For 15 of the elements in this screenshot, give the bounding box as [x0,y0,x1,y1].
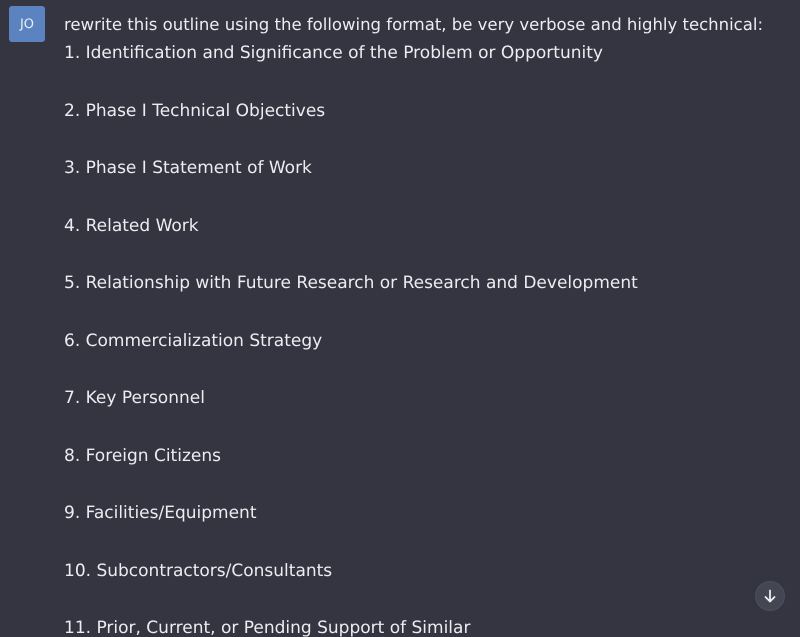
scroll-down-button[interactable] [755,581,785,611]
message-text: rewrite this outline using the following format, be very verbose and highly technical: [64,14,764,36]
outline-item: 11. Prior, Current, or Pending Support of Similar [64,617,472,637]
outline-item: 9. Facilities/Equipment [64,502,258,525]
outline-item: 4. Related Work [64,214,200,238]
outline-item: 2. Phase I Technical Objectives [64,100,326,122]
outline-item: 8. Foreign Citizens [64,444,222,468]
outline-item: 5. Relationship with Future Research or Research and Development [64,272,639,295]
arrow-down-icon [763,589,777,603]
outline-item: 7. Key Personnel [64,387,206,410]
outline-item: 3. Phase I Statement of Work [64,157,313,180]
user-avatar: JO [9,6,45,42]
outline-item: 1. Identification and Significance of the Problem or Opportunity [64,42,604,65]
outline-item: 6. Commercialization Strategy [64,330,324,352]
outline-item: 10. Subcontractors/Consultants [64,560,334,582]
